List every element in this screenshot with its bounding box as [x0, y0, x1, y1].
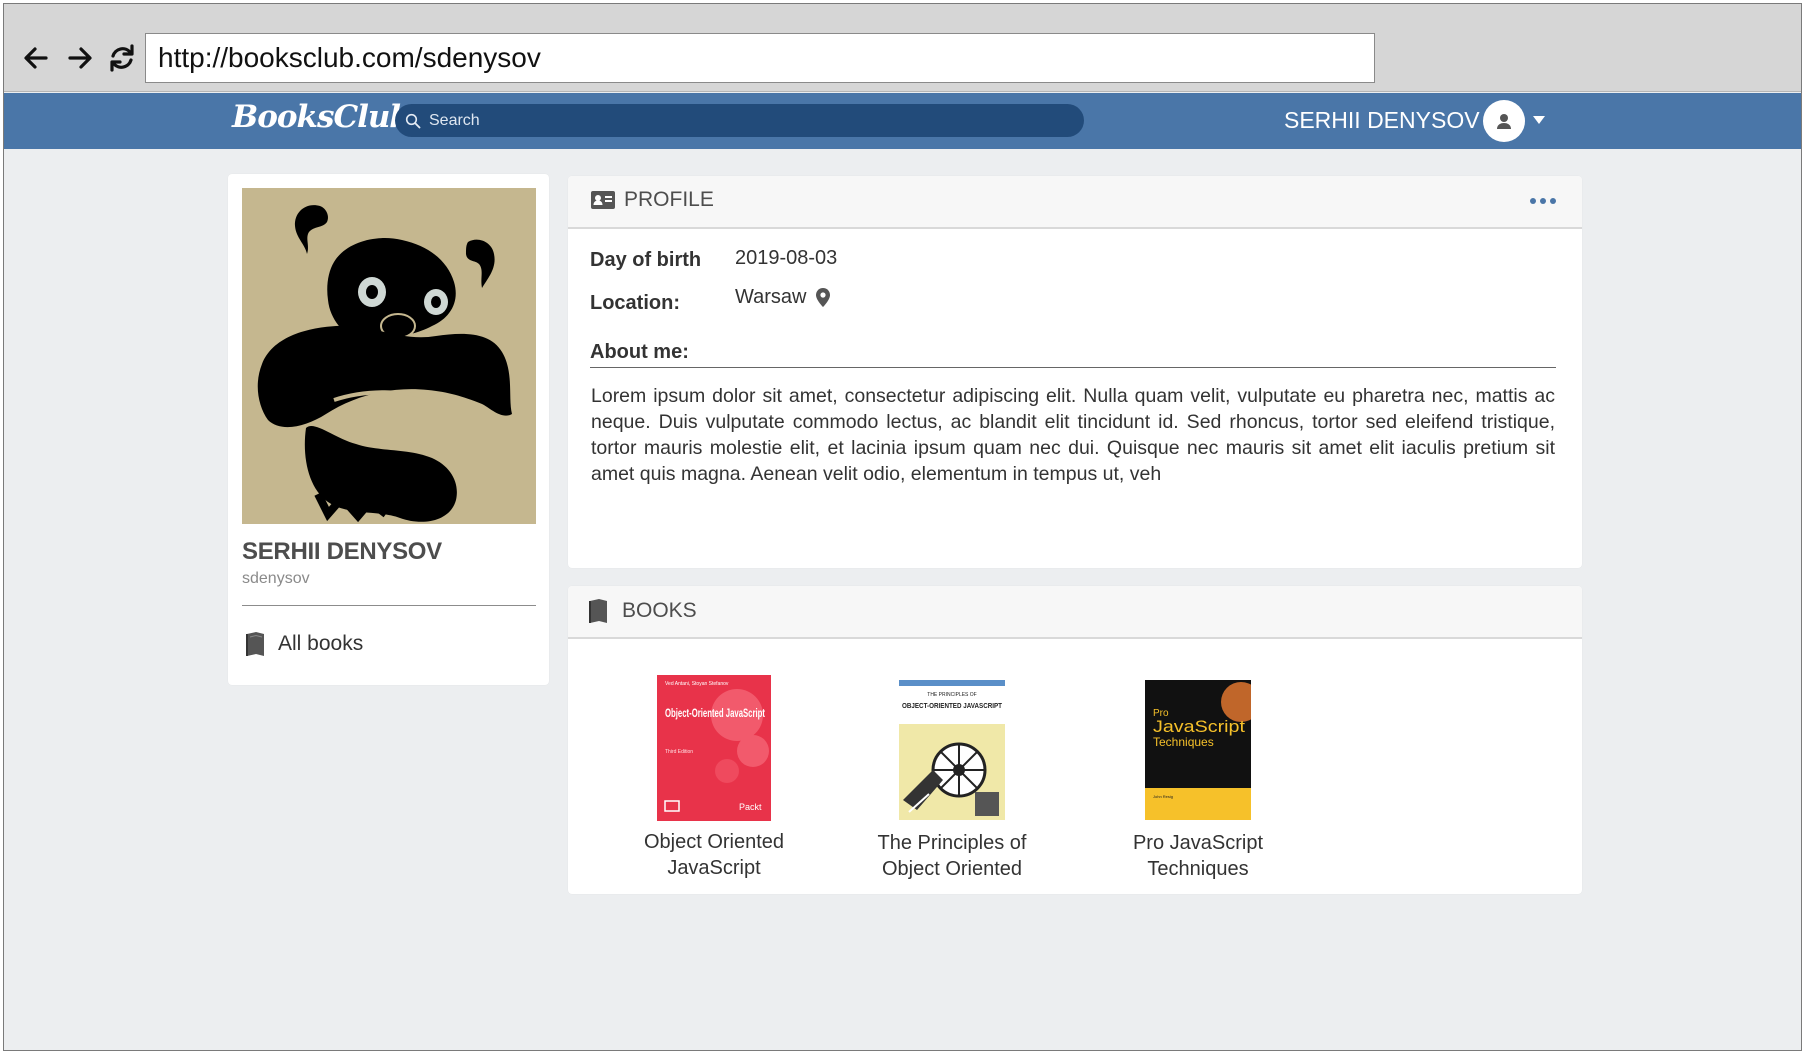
book-title-line: Techniques — [1147, 858, 1249, 880]
book-title: Object Oriented JavaScript — [614, 829, 814, 881]
search-icon — [405, 113, 421, 128]
divider — [242, 605, 536, 606]
chevron-down-icon[interactable] — [1532, 115, 1546, 125]
cover-top-text: THE PRINCIPLES OF — [927, 692, 976, 698]
cover-publisher: Packt — [739, 802, 762, 812]
cover-edition: Third Edition — [665, 749, 693, 755]
book-cover: Ved Antani, Stoyan Stefanov Object-Orien… — [657, 675, 771, 821]
cover-title: OBJECT-ORIENTED JAVASCRIPT — [902, 703, 1003, 710]
book-cover-art: Ved Antani, Stoyan Stefanov Object-Orien… — [657, 675, 771, 821]
user-icon — [1497, 114, 1511, 129]
book-title-line: The Principles of — [877, 832, 1027, 854]
profile-title-text: PROFILE — [624, 188, 714, 211]
book-item[interactable]: Ved Antani, Stoyan Stefanov Object-Orien… — [614, 675, 814, 881]
location-value-text: Warsaw — [735, 286, 807, 308]
browser-window: http://booksclub.com/sdenysov BooksClub … — [3, 3, 1802, 1051]
all-books-label: All books — [278, 632, 364, 655]
app-header: BooksClub SERHII DENYSOV — [4, 93, 1801, 149]
reload-icon — [110, 44, 134, 72]
cover-subtitle: Techniques — [1153, 735, 1214, 749]
url-text: http://booksclub.com/sdenysov — [158, 42, 541, 73]
profile-username: sdenysov — [242, 570, 310, 587]
about-text: Lorem ipsum dolor sit amet, consectetur … — [591, 385, 1555, 485]
cover-title: Object-Oriented JavaScript — [665, 708, 765, 720]
header-user-name[interactable]: SERHII DENYSOV — [1284, 107, 1480, 134]
cover-author: Ved Antani, Stoyan Stefanov — [665, 681, 729, 687]
bear-illustration — [242, 188, 536, 524]
profile-sidebar: SERHII DENYSOV sdenysov All books — [228, 174, 549, 685]
location-label: Location: — [590, 292, 680, 314]
book-title-line: JavaScript — [667, 857, 761, 879]
book-icon — [589, 599, 607, 623]
cover-title: JavaScript — [1153, 717, 1245, 736]
all-books-link[interactable]: All books — [244, 631, 363, 657]
location-value: Warsaw — [735, 286, 831, 309]
book-item[interactable]: THE PRINCIPLES OF OBJECT-ORIENTED JAVASC… — [852, 680, 1052, 882]
search-input[interactable] — [429, 111, 1029, 130]
logo[interactable]: BooksClub — [232, 99, 411, 135]
birth-value: 2019-08-03 — [735, 247, 837, 270]
reload-button[interactable] — [104, 40, 140, 76]
book-icon — [246, 632, 264, 656]
address-bar[interactable]: http://booksclub.com/sdenysov — [145, 33, 1375, 83]
book-cover: THE PRINCIPLES OF OBJECT-ORIENTED JAVASC… — [899, 680, 1005, 820]
book-cover: Pro JavaScript Techniques John Resig — [1145, 680, 1251, 820]
arrow-left-icon — [24, 47, 48, 69]
book-title: Pro JavaScript Techniques — [1098, 830, 1298, 882]
profile-card-title: PROFILE — [590, 188, 714, 212]
forward-button[interactable] — [62, 40, 98, 76]
dot-icon — [1530, 198, 1536, 204]
birth-value-text: 2019-08-03 — [735, 247, 838, 269]
browser-toolbar: http://booksclub.com/sdenysov — [4, 4, 1801, 92]
book-title-line: Pro JavaScript — [1132, 832, 1264, 854]
books-card-title: BOOKS — [586, 598, 697, 624]
books-title-text: BOOKS — [622, 599, 697, 622]
books-card: BOOKS Ved Antani, Stoyan Stefanov Object… — [568, 586, 1582, 894]
profile-photo — [242, 188, 536, 524]
book-cover-art: Pro JavaScript Techniques John Resig — [1145, 680, 1251, 820]
dot-icon — [1540, 198, 1546, 204]
more-options-button[interactable] — [1530, 198, 1556, 206]
map-pin-icon — [816, 288, 831, 307]
books-card-header: BOOKS — [568, 586, 1582, 639]
book-title-line: Object Oriented — [643, 831, 785, 853]
user-avatar[interactable] — [1483, 100, 1525, 142]
cover-author: John Resig — [1153, 794, 1173, 799]
about-divider — [590, 367, 1556, 368]
book-title: The Principles of Object Oriented — [852, 830, 1052, 882]
back-button[interactable] — [18, 40, 54, 76]
profile-card-header: PROFILE — [568, 176, 1582, 229]
id-card-icon — [591, 191, 615, 209]
dot-icon — [1550, 198, 1556, 204]
book-cover-art: THE PRINCIPLES OF OBJECT-ORIENTED JAVASC… — [899, 680, 1005, 820]
birth-label: Day of birth — [590, 249, 702, 271]
book-title-line: Object Oriented — [881, 858, 1023, 880]
profile-card: PROFILE Day of birth 2019-08-03 Location… — [568, 176, 1582, 568]
about-label: About me: — [590, 341, 689, 363]
search-box[interactable] — [395, 104, 1084, 137]
arrow-right-icon — [68, 47, 92, 69]
profile-name: SERHII DENYSOV — [242, 538, 442, 565]
book-item[interactable]: Pro JavaScript Techniques John Resig Pro… — [1098, 680, 1298, 882]
